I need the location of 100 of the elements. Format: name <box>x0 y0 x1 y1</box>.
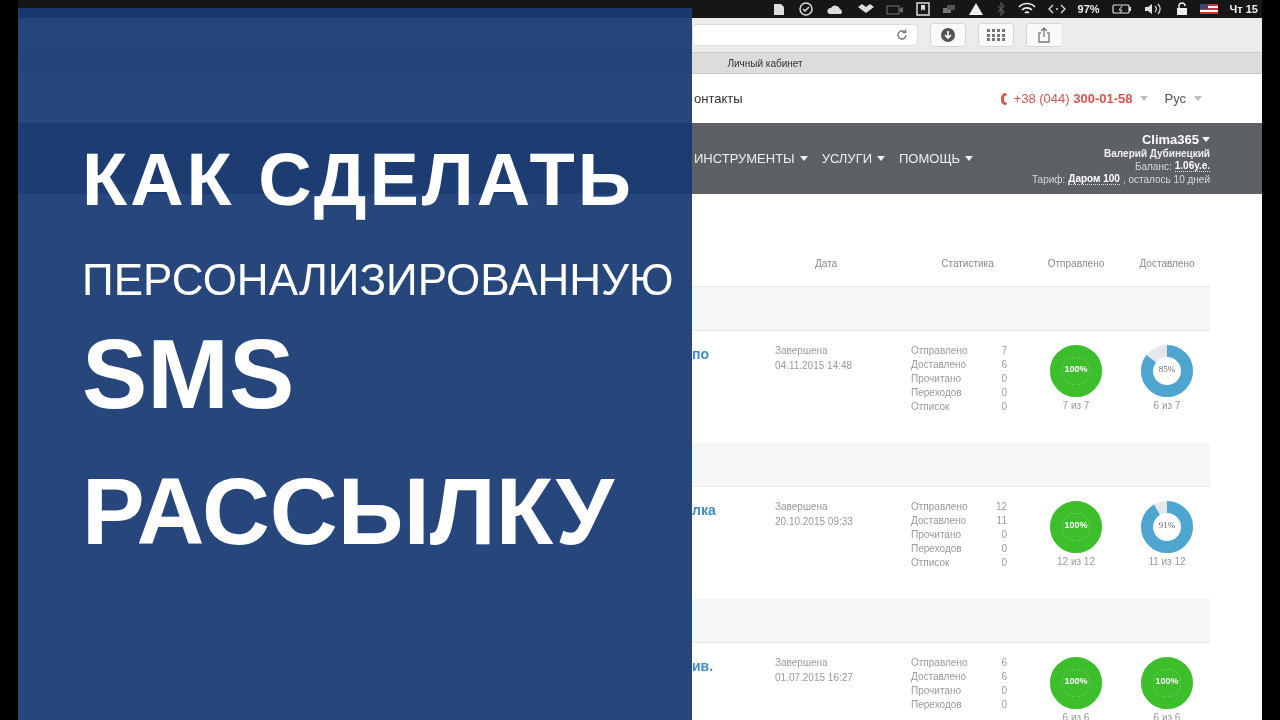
nav-menu[interactable]: УСЛУГИ <box>821 151 885 166</box>
meter-caption: 6 из 7 <box>1153 400 1181 411</box>
stat-label: Отправлено <box>911 657 969 668</box>
caret-icon <box>1140 96 1149 101</box>
progress-circle <box>1050 657 1102 709</box>
user-name: Валерий Дубинецкий <box>1104 148 1210 159</box>
stat-label: Отправлено <box>911 345 969 356</box>
stat-value: 0 <box>1000 543 1007 554</box>
wifi-icon[interactable] <box>1017 2 1036 16</box>
speaker-icon[interactable] <box>1143 2 1164 16</box>
donut-chart <box>1141 501 1193 553</box>
meter-caption: 11 из 12 <box>1148 556 1186 567</box>
title-text: КАК СДЕЛАТЬ <box>82 137 634 223</box>
code-icon[interactable] <box>1047 2 1066 16</box>
caret-icon <box>1194 96 1202 101</box>
percent-label: 100% <box>1063 364 1089 374</box>
download-button[interactable] <box>930 23 966 47</box>
stat-label: Доставлено <box>911 515 968 526</box>
meter-caption: 12 из 12 <box>1057 556 1095 567</box>
date-text: 04.11.2015 14:48 <box>775 360 854 371</box>
balance-label: Баланс: <box>1134 160 1172 172</box>
percent-label: 91% <box>1157 520 1177 530</box>
lock-icon[interactable] <box>1175 2 1188 16</box>
stat-label: Доставлено <box>911 671 968 682</box>
percent-label: 100% <box>1063 676 1089 686</box>
reload-icon[interactable] <box>895 28 909 42</box>
stat-label: Отписок <box>911 401 951 412</box>
date-text: 20.10.2015 09:33 <box>775 516 854 527</box>
triangle-icon[interactable] <box>967 2 984 16</box>
camera-icon[interactable] <box>885 2 904 16</box>
nav-link[interactable]: онтакты <box>694 91 743 106</box>
stat-value: 6 <box>1000 359 1007 370</box>
stat-label: Прочитано <box>911 685 962 696</box>
stat-value: 6 <box>1000 671 1007 682</box>
column-header: Доставлено <box>1138 257 1196 269</box>
column-header: Статистика <box>940 257 995 269</box>
column-header: Дата <box>814 257 839 269</box>
window-stack-icon[interactable] <box>941 2 956 16</box>
donut-chart <box>1141 345 1193 397</box>
battery-icon[interactable] <box>1111 2 1132 16</box>
tab-title[interactable]: Личный кабинет <box>727 57 803 69</box>
share-icon <box>1037 27 1051 43</box>
stat-value: 12 <box>994 501 1007 512</box>
language-selector[interactable]: Рус <box>1164 91 1186 106</box>
nav-menu[interactable]: ИНСТРУМЕНТЫ <box>694 151 808 166</box>
caret-icon <box>799 156 808 161</box>
tariff-link[interactable]: Даром 100 <box>1068 173 1120 185</box>
column-header: Отправлено <box>1046 257 1106 269</box>
stat-value: 7 <box>1000 345 1007 356</box>
stat-label: Доставлено <box>911 359 968 370</box>
title-text: SMS <box>82 328 295 420</box>
stat-value: 0 <box>1000 529 1007 540</box>
stat-label: Прочитано <box>911 373 962 384</box>
bluetooth-icon[interactable] <box>995 2 1006 16</box>
stat-value: 0 <box>1000 387 1007 398</box>
balance-link[interactable]: 1.06у.е. <box>1174 160 1210 172</box>
grid-icon <box>987 29 1005 41</box>
battery-percent: 97% <box>1077 3 1100 15</box>
stat-label: Отправлено <box>911 501 969 512</box>
tariff-remaining: , осталось 10 дней <box>1122 173 1210 185</box>
campaign-title[interactable]: ив. <box>692 658 714 674</box>
caret-icon <box>1202 137 1210 142</box>
stat-label: Отписок <box>911 557 951 568</box>
grid-button[interactable] <box>978 23 1014 47</box>
title-text: ПЕРСОНАЛИЗИРОВАННУЮ <box>82 254 674 306</box>
note-icon[interactable] <box>771 2 786 16</box>
share-button[interactable] <box>1026 23 1061 47</box>
stat-label: Переходов <box>911 387 963 398</box>
stat-value: 0 <box>1000 699 1007 710</box>
flag-icon[interactable] <box>1199 2 1218 16</box>
percent-label: 100% <box>1154 676 1180 686</box>
title-text: РАССЫЛКУ <box>82 466 614 558</box>
campaign-title[interactable]: лка <box>692 502 716 518</box>
status-text: Завершена <box>775 657 829 668</box>
status-text: Завершена <box>775 345 829 356</box>
date-text: 01.07.2015 16:27 <box>775 672 854 683</box>
nav-menu[interactable]: ПОМОЩЬ <box>899 151 974 166</box>
percent-label: 100% <box>1063 520 1089 530</box>
tariff-label: Тариф: <box>1031 173 1066 185</box>
caret-icon <box>877 156 885 161</box>
stat-value: 0 <box>1000 557 1007 568</box>
progress-circle <box>1050 501 1102 553</box>
meter-caption: 7 из 7 <box>1062 400 1090 411</box>
campaign-title[interactable]: по <box>692 346 709 362</box>
account-name[interactable]: Clima365 <box>1141 132 1199 147</box>
clock[interactable]: Чт 15 <box>1229 3 1258 15</box>
status-text: Завершена <box>775 501 829 512</box>
stat-label: Прочитано <box>911 529 962 540</box>
stat-value: 11 <box>995 515 1007 526</box>
stat-value: 0 <box>1000 401 1007 412</box>
phone-number[interactable]: +38 (044) 300-01-58 <box>1013 91 1133 106</box>
stat-label: Переходов <box>911 543 963 554</box>
stat-label: Переходов <box>911 699 963 710</box>
bookmark-icon[interactable] <box>915 2 930 16</box>
stat-value: 6 <box>1000 657 1007 668</box>
percent-label: 85% <box>1157 364 1177 374</box>
phone-icon <box>999 91 1008 106</box>
caret-icon <box>965 156 974 161</box>
progress-circle <box>1141 657 1193 709</box>
check-icon[interactable] <box>797 2 814 16</box>
